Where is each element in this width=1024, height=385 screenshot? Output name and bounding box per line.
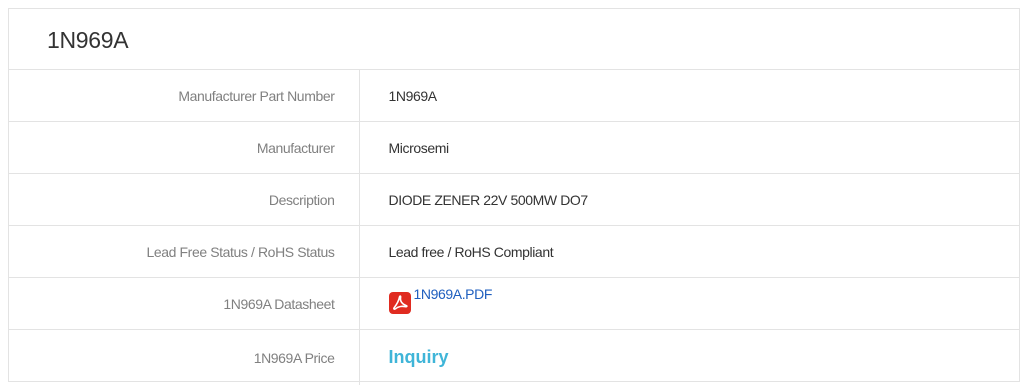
datasheet-link[interactable]: 1N969A.PDF <box>414 286 493 302</box>
row-value: Lead free / RoHS Compliant <box>359 225 1019 278</box>
row-value: 1N969A <box>359 70 1019 122</box>
row-label: Lead Free Status / RoHS Status <box>9 225 360 278</box>
table-row: Description DIODE ZENER 22V 500MW DO7 <box>9 173 1019 226</box>
row-label: Manufacturer <box>9 121 360 174</box>
row-value: DIODE ZENER 22V 500MW DO7 <box>359 173 1019 226</box>
pdf-icon[interactable] <box>388 292 411 314</box>
row-label: 1N969A Datasheet <box>9 277 360 330</box>
row-label: 1N969A Price <box>9 329 360 385</box>
table-row: 1N969A Datasheet 1N969A.PDF <box>9 277 1019 330</box>
table-row: 1N969A Price Inquiry <box>9 329 1019 385</box>
table-row: Manufacturer Microsemi <box>9 121 1019 174</box>
row-value: Microsemi <box>359 121 1019 174</box>
datasheet-cell: 1N969A.PDF <box>359 277 1019 330</box>
row-label: Description <box>9 173 360 226</box>
price-cell: Inquiry <box>359 330 1019 385</box>
table-row: Manufacturer Part Number 1N969A <box>9 70 1019 122</box>
spec-table: Manufacturer Part Number 1N969A Manufact… <box>9 70 1019 385</box>
page-title: 1N969A <box>9 9 1019 70</box>
inquiry-link[interactable]: Inquiry <box>389 347 449 367</box>
table-row: Lead Free Status / RoHS Status Lead free… <box>9 225 1019 278</box>
row-label: Manufacturer Part Number <box>9 70 360 122</box>
part-details-panel: 1N969A Manufacturer Part Number 1N969A M… <box>8 8 1020 385</box>
datasheet-link-group[interactable]: 1N969A.PDF <box>388 286 493 314</box>
